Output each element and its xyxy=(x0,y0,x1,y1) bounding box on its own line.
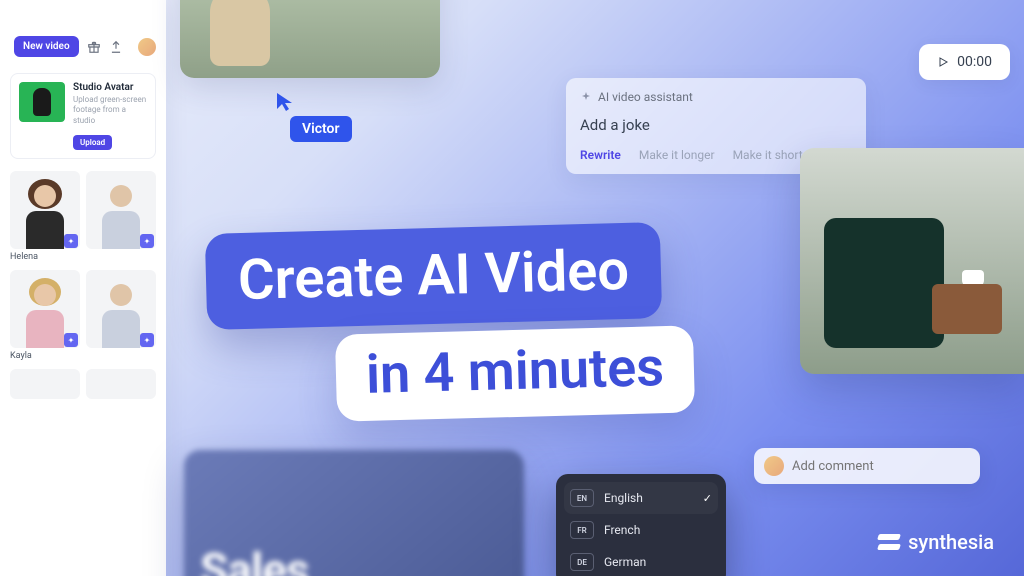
assistant-title: AI video assistant xyxy=(580,90,852,104)
comment-bar xyxy=(754,448,980,484)
timestamp-value: 00:00 xyxy=(957,54,992,70)
hero-headline: Create AI Video in 4 minutes xyxy=(206,228,694,417)
upload-button[interactable]: Upload xyxy=(73,135,112,150)
sidebar: New video Studio Avatar Upload green-scr… xyxy=(0,0,166,576)
avatar-tile-kayla[interactable]: Kayla xyxy=(10,270,80,361)
scene-thumbnail xyxy=(180,0,440,78)
avatar-name: Kayla xyxy=(10,351,80,361)
language-option-german[interactable]: DE German xyxy=(564,546,718,576)
avatar-tile[interactable] xyxy=(10,369,80,399)
collaborator-cursor: Victor xyxy=(276,92,352,142)
language-code: FR xyxy=(570,521,594,539)
play-timestamp[interactable]: 00:00 xyxy=(919,44,1010,80)
sparkle-icon xyxy=(580,91,592,103)
studio-card-title: Studio Avatar xyxy=(73,82,147,93)
hero-line-1: Create AI Video xyxy=(205,222,662,330)
cursor-icon xyxy=(276,92,294,112)
play-icon xyxy=(937,56,949,68)
studio-avatar-card: Studio Avatar Upload green-screen footag… xyxy=(10,73,156,159)
language-code: EN xyxy=(570,489,594,507)
sales-template-card: Sales xyxy=(184,450,524,576)
user-avatar[interactable] xyxy=(138,38,156,56)
room-preview-image xyxy=(800,148,1024,374)
language-code: DE xyxy=(570,553,594,571)
language-option-french[interactable]: FR French xyxy=(564,514,718,546)
comment-input[interactable] xyxy=(792,459,970,474)
studio-card-subtitle: Upload green-screen footage from a studi… xyxy=(73,95,147,126)
avatar-tile-helena[interactable]: Helena xyxy=(10,171,80,262)
brand-logo: synthesia xyxy=(878,530,994,554)
avatar-tile[interactable] xyxy=(86,171,156,262)
new-video-button[interactable]: New video xyxy=(14,36,79,57)
sparkle-badge-icon xyxy=(64,234,78,248)
assistant-action-rewrite[interactable]: Rewrite xyxy=(580,148,621,162)
sparkle-badge-icon xyxy=(140,234,154,248)
check-icon: ✓ xyxy=(703,492,712,505)
assistant-input[interactable] xyxy=(580,116,852,134)
avatar-grid: Helena Kayla xyxy=(10,171,156,399)
avatar-name: Helena xyxy=(10,252,80,262)
greenscreen-thumb xyxy=(19,82,65,122)
language-name: German xyxy=(604,555,712,569)
sparkle-badge-icon xyxy=(64,333,78,347)
gift-icon[interactable] xyxy=(87,40,101,54)
language-menu: EN English ✓ FR French DE German xyxy=(556,474,726,576)
language-option-english[interactable]: EN English ✓ xyxy=(564,482,718,514)
assistant-action-longer[interactable]: Make it longer xyxy=(639,148,715,162)
sparkle-badge-icon xyxy=(140,333,154,347)
avatar-tile[interactable] xyxy=(86,369,156,399)
share-icon[interactable] xyxy=(109,40,123,54)
sidebar-toolbar: New video xyxy=(14,36,156,57)
brand-mark-icon xyxy=(878,534,900,550)
language-name: French xyxy=(604,523,712,537)
hero-line-2: in 4 minutes xyxy=(335,325,695,421)
language-name: English xyxy=(604,491,693,505)
brand-name: synthesia xyxy=(908,530,994,554)
commenter-avatar xyxy=(764,456,784,476)
sales-label: Sales xyxy=(200,544,309,576)
avatar-tile[interactable] xyxy=(86,270,156,361)
cursor-label: Victor xyxy=(290,116,352,142)
